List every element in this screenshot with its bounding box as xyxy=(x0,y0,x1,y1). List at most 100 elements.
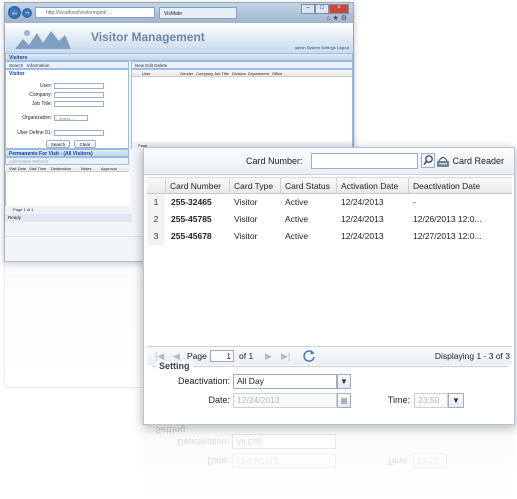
activation-date-cell: 12/24/2013 xyxy=(341,214,384,224)
card-number-input[interactable] xyxy=(311,153,418,169)
col-deactivation-date[interactable]: Deactivation Date xyxy=(408,178,484,194)
list-header: Visit Date Visit Time Destination Notes … xyxy=(5,165,129,172)
card-reader-label: Card Reader xyxy=(452,156,505,166)
card-status-cell: Active xyxy=(285,197,309,207)
col-notes[interactable]: Notes xyxy=(81,165,91,172)
time-label: Time: xyxy=(387,395,410,405)
card-grid-header: Card Number Card Type Card Status Activa… xyxy=(147,177,512,194)
company-label: Company: xyxy=(29,92,52,98)
list-body xyxy=(5,172,130,206)
col-division[interactable]: Division xyxy=(232,70,246,77)
col-approval[interactable]: Approval xyxy=(101,165,117,172)
reflect-deactivation-label: Deactivation: xyxy=(176,437,229,447)
table-row[interactable]: 1 255-32465 Visitor Active 12/24/2013 - xyxy=(147,194,512,211)
col-visit-date[interactable]: Visit Date xyxy=(9,165,26,172)
col-visit-time[interactable]: Visit Time xyxy=(29,165,46,172)
table-row[interactable]: 3 255-45678 Visitor Active 12/24/2013 12… xyxy=(147,228,512,245)
time-field[interactable]: 23:50 xyxy=(414,393,448,408)
calendar-icon[interactable]: ▦ xyxy=(337,393,351,408)
reflect-deactivation-value: All Day xyxy=(232,434,336,449)
close-icon[interactable]: × xyxy=(329,4,349,14)
deactivation-dropdown-icon[interactable]: ▼ xyxy=(337,374,351,389)
forward-icon[interactable]: → xyxy=(22,8,32,18)
table-row[interactable]: 2 255-45785 Visitor Active 12/24/2013 12… xyxy=(147,211,512,228)
setting-fieldset: Setting Deactivation: All Day ▼ Date: 12… xyxy=(152,361,508,423)
card-type-cell: Visitor xyxy=(234,197,258,207)
tab-search[interactable]: Search xyxy=(9,63,23,68)
user-label: User: xyxy=(40,83,52,89)
next-page-icon[interactable]: ▶ xyxy=(265,347,272,365)
search-panel: Visitor User: Company: Job Title: Organi… xyxy=(5,69,129,149)
col-company[interactable]: Company xyxy=(196,70,213,77)
col-rownum xyxy=(147,178,165,194)
deactivation-select[interactable]: All Day xyxy=(233,374,337,389)
visitor-grid-header: User Gender Company Job Title Division D… xyxy=(132,70,352,77)
page-of-label: of 1 xyxy=(239,351,254,361)
deactivation-label: Deactivation: xyxy=(177,376,230,386)
job-title-field[interactable] xyxy=(54,101,104,107)
card-status-cell: Active xyxy=(285,231,309,241)
user-define-field[interactable] xyxy=(54,130,104,136)
date-label: Date: xyxy=(208,395,230,405)
top-links[interactable]: admin System Settings Logout xyxy=(295,45,349,50)
col-gender[interactable]: Gender xyxy=(180,70,193,77)
maximize-icon[interactable]: □ xyxy=(315,4,329,14)
browser-tab[interactable]: VisMate xyxy=(159,7,237,19)
col-card-number[interactable]: Card Number xyxy=(165,178,229,194)
user-field[interactable] xyxy=(54,83,104,89)
date-field[interactable]: 12/24/2013 xyxy=(233,393,337,408)
search-section-title: Visitor xyxy=(9,71,25,77)
window-controls: – □ × xyxy=(301,4,349,14)
reflect-date-label: Date: xyxy=(207,456,229,466)
list-pager[interactable]: Page 1 of 1 xyxy=(5,206,129,214)
deactivation-date-cell: - xyxy=(413,197,416,207)
app-title: Visitor Management xyxy=(91,30,205,44)
card-number-toolbar: Card Number: Card Reader xyxy=(144,148,514,175)
activation-date-cell: 12/24/2013 xyxy=(341,231,384,241)
address-bar[interactable]: http://localhost/visitormgmt/ ... xyxy=(35,7,155,18)
page-number-input[interactable]: 1 xyxy=(210,350,234,362)
tab-information[interactable]: Information xyxy=(27,63,50,68)
col-office[interactable]: Office xyxy=(272,70,282,77)
row-number: 1 xyxy=(147,194,165,211)
paging-display: Displaying 1 - 3 of 3 xyxy=(434,351,510,361)
browser-toolbar-icons[interactable]: ⌂ ★ ⚙ xyxy=(326,14,347,22)
col-card-status[interactable]: Card Status xyxy=(280,178,336,194)
reflect-time-value: 23:50 xyxy=(413,453,447,468)
card-number-cell: 255-45785 xyxy=(171,214,212,224)
last-page-icon[interactable]: ▶| xyxy=(281,347,290,365)
panel-title: Visitors xyxy=(5,53,353,61)
card-reader-button[interactable]: Card Reader xyxy=(436,153,512,169)
card-dialog: Card Number: Card Reader Card Number Car… xyxy=(143,147,515,425)
dialog-reflection: Deactivation: All Day Date: 12/24/2013 T… xyxy=(143,425,513,499)
card-grid-pager: |◀ ◀ Page 1 of 1 ▶ ▶| Displaying 1 - 3 o… xyxy=(147,346,512,365)
organization-label: Organization: xyxy=(22,115,52,121)
card-reader-icon xyxy=(437,156,449,167)
back-icon[interactable]: ← xyxy=(8,6,21,19)
clear-button[interactable]: Clear xyxy=(74,140,96,148)
col-department[interactable]: Department xyxy=(248,70,269,77)
time-dropdown-icon[interactable]: ▼ xyxy=(448,393,464,408)
col-job-title[interactable]: Job Title xyxy=(214,70,229,77)
job-title-label: Job Title: xyxy=(31,101,52,107)
search-button[interactable]: Search xyxy=(46,140,70,148)
list-title: Permanents For Visit - (All Visitors) xyxy=(5,149,129,157)
setting-legend: Setting xyxy=(156,361,193,371)
col-destination[interactable]: Destination xyxy=(51,165,71,172)
col-activation-date[interactable]: Activation Date xyxy=(336,178,408,194)
list-toolbar[interactable]: Add Delete Refresh xyxy=(5,157,129,165)
reflect-date-value: 12/24/2013 xyxy=(232,453,336,468)
browser-titlebar: ← → http://localhost/visitormgmt/ ... Vi… xyxy=(5,3,353,23)
card-number-cell: 255-45678 xyxy=(171,231,212,241)
search-icon[interactable] xyxy=(421,153,435,168)
col-card-type[interactable]: Card Type xyxy=(229,178,280,194)
logo-icon xyxy=(15,30,71,49)
company-field[interactable] xyxy=(54,92,104,98)
left-tabs[interactable]: Search Information xyxy=(5,61,129,69)
col-user[interactable]: User xyxy=(142,70,150,77)
reflect-setting-legend: Setting xyxy=(155,425,186,435)
minimize-icon[interactable]: – xyxy=(301,4,315,14)
reflection-mirror: Deactivation: All Day Date: 12/24/2013 T… xyxy=(143,425,513,499)
organization-select[interactable]: -- Select -- xyxy=(54,115,88,121)
right-toolbar[interactable]: New Edit Delete xyxy=(131,61,353,69)
